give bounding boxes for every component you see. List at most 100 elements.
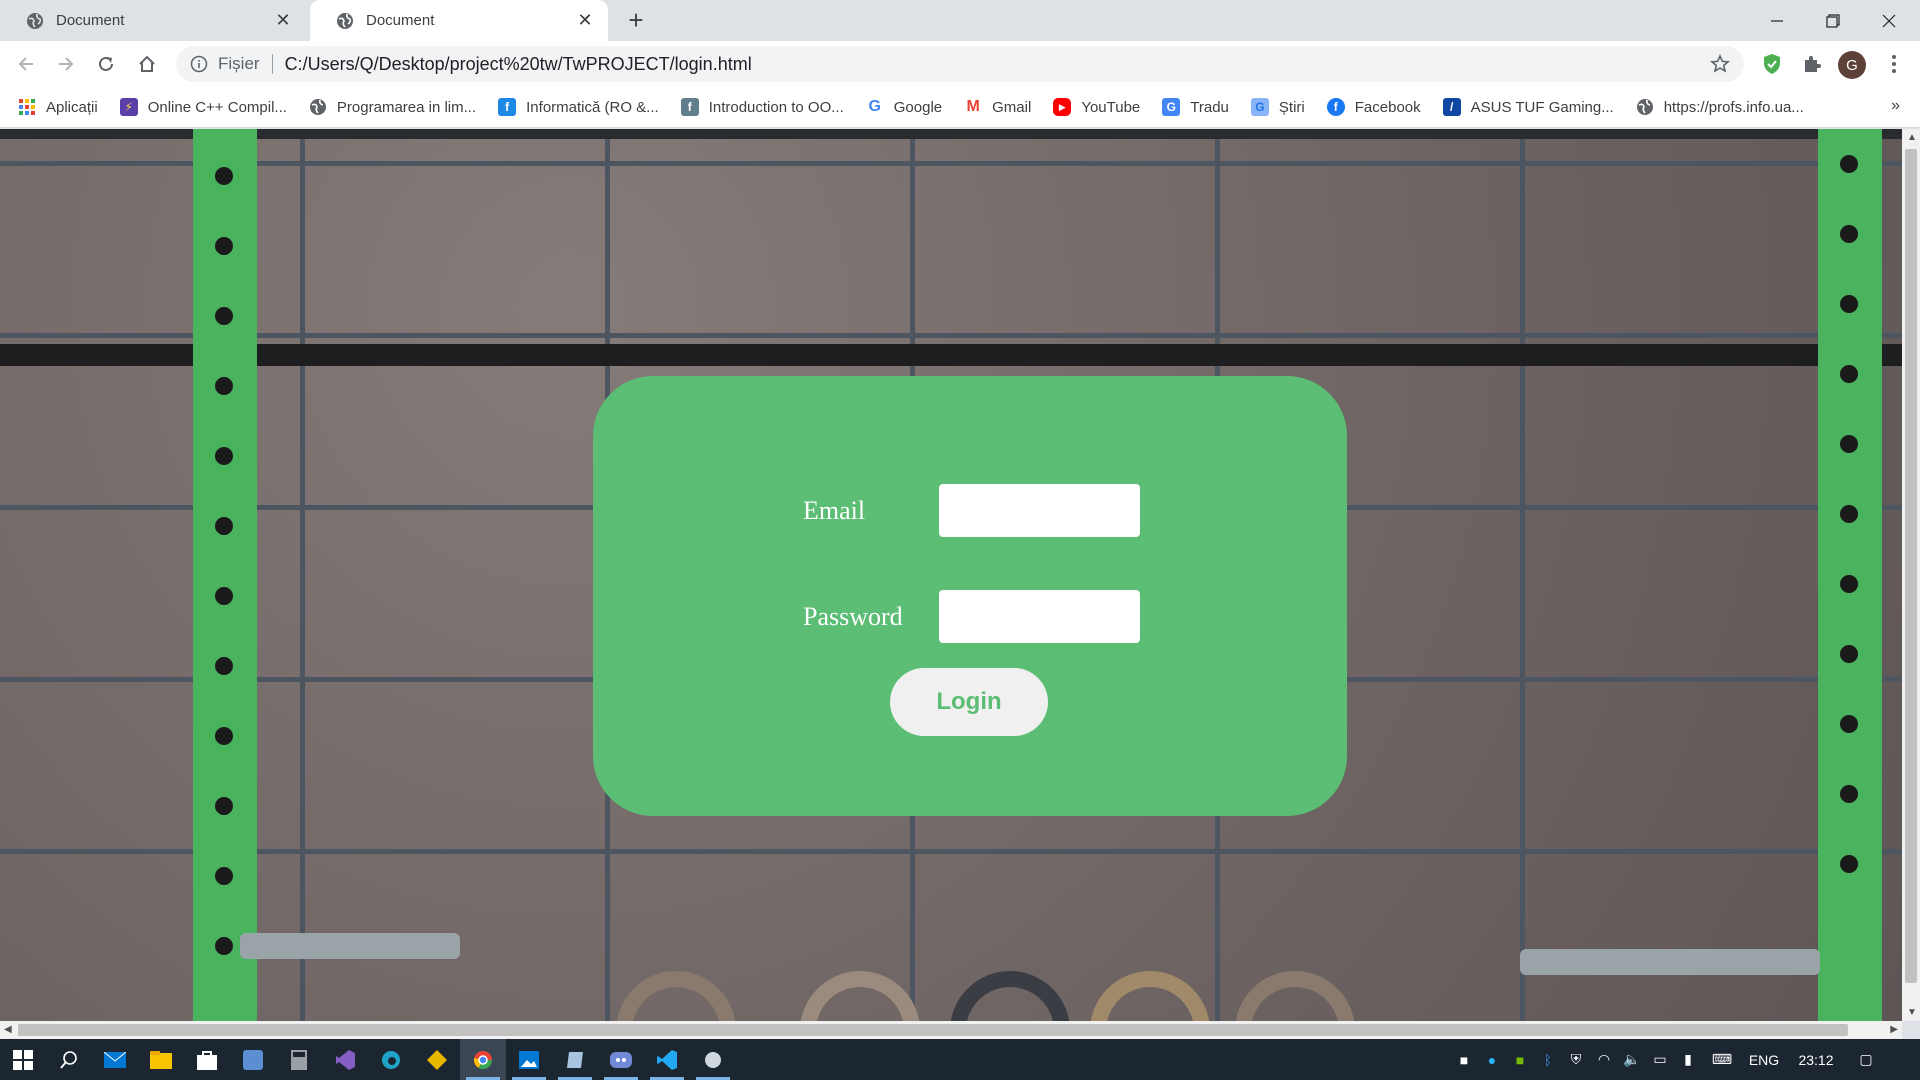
taskbar-edge[interactable] — [368, 1039, 414, 1080]
password-label: Password — [803, 601, 903, 631]
email-label: Email — [803, 495, 866, 525]
bookmark-introduction-oo[interactable]: f Introduction to OO... — [680, 98, 844, 116]
forward-button[interactable] — [50, 48, 82, 80]
extension-shield-button[interactable] — [1756, 48, 1788, 80]
mail-icon — [104, 1051, 126, 1068]
vertical-scrollbar[interactable]: ▲ ▼ — [1902, 129, 1920, 1021]
bookmark-profs-info[interactable]: https://profs.info.ua... — [1636, 98, 1804, 116]
home-icon — [139, 55, 155, 72]
news-icon: G — [1250, 98, 1269, 116]
close-window-button[interactable] — [1862, 0, 1916, 41]
password-row: Password — [803, 590, 1140, 643]
bookmark-label: ASUS TUF Gaming... — [1470, 98, 1614, 116]
discord-tray-icon[interactable]: ■ — [1450, 1052, 1478, 1068]
taskbar-chrome[interactable] — [460, 1039, 506, 1080]
browser-tab-1[interactable]: Document ✕ — [0, 0, 306, 41]
url-text[interactable]: C:/Users/Q/Desktop/project%20tw/TwPROJEC… — [285, 54, 752, 75]
tab-title: Document — [366, 12, 435, 29]
taskbar-mail[interactable] — [92, 1039, 138, 1080]
email-input[interactable] — [939, 484, 1140, 537]
bookmark-label: Google — [893, 98, 943, 116]
reload-button[interactable] — [90, 48, 122, 80]
bookmark-asus-tuf[interactable]: / ASUS TUF Gaming... — [1442, 98, 1614, 116]
asus-icon: / — [1442, 98, 1461, 116]
bookmarks-overflow-button[interactable]: » — [1891, 97, 1900, 115]
site-info-button[interactable]: Fișier — [190, 54, 260, 74]
green-rack-post-right — [1818, 129, 1882, 1021]
tab-close-icon[interactable]: ✕ — [576, 10, 594, 30]
bookmark-informatica[interactable]: f Informatică (RO &... — [498, 98, 659, 116]
password-input[interactable] — [939, 590, 1140, 643]
bookmark-facebook[interactable]: f Facebook — [1326, 98, 1421, 116]
search-button[interactable] — [46, 1039, 92, 1080]
bookmark-label: Introduction to OO... — [708, 98, 844, 116]
back-button[interactable] — [10, 48, 42, 80]
taskbar-store[interactable] — [184, 1039, 230, 1080]
shield-icon — [1764, 54, 1780, 74]
taskbar-visual-studio[interactable] — [322, 1039, 368, 1080]
taskbar-calculator[interactable] — [276, 1039, 322, 1080]
horizontal-scrollbar[interactable]: ◀ ▶ — [0, 1021, 1902, 1039]
youtube-icon: ▶ — [1053, 98, 1072, 116]
close-icon — [1882, 14, 1896, 27]
visual-studio-icon — [336, 1049, 355, 1070]
bolt-icon: ⚡ — [119, 98, 138, 116]
nvidia-tray-icon[interactable]: ■ — [1506, 1052, 1534, 1068]
battery-icon[interactable]: ▭ — [1646, 1051, 1674, 1068]
taskbar-photos[interactable] — [506, 1039, 552, 1080]
bookmark-label: Știri — [1278, 98, 1305, 116]
login-button[interactable]: Login — [890, 668, 1048, 736]
taskbar-file-explorer[interactable] — [138, 1039, 184, 1080]
microphone-icon[interactable]: ▮ — [1674, 1051, 1702, 1068]
profile-avatar[interactable]: G — [1838, 51, 1866, 79]
taskbar-app-generic[interactable] — [690, 1039, 736, 1080]
bookmark-star-icon[interactable] — [1710, 54, 1730, 74]
language-indicator[interactable]: ENG — [1742, 1052, 1786, 1068]
taskbar-app-diamond[interactable] — [414, 1039, 460, 1080]
scroll-left-arrow-icon[interactable]: ◀ — [4, 1024, 12, 1035]
taskbar-notes[interactable] — [552, 1039, 598, 1080]
bookmark-stiri[interactable]: G Știri — [1250, 98, 1305, 116]
start-button[interactable] — [0, 1039, 46, 1080]
page-viewport: Email Password Login — [0, 129, 1902, 1021]
bookmark-google[interactable]: G Google — [866, 98, 943, 116]
restore-icon — [1826, 13, 1840, 28]
wifi-icon[interactable]: ◠ — [1590, 1051, 1618, 1068]
bookmark-programarea[interactable]: Programarea in lim... — [309, 98, 476, 116]
home-button[interactable] — [131, 48, 163, 80]
address-bar[interactable]: Fișier C:/Users/Q/Desktop/project%20tw/T… — [176, 46, 1744, 82]
bookmark-gmail[interactable]: M Gmail — [964, 98, 1031, 116]
bookmark-apps[interactable]: Aplicații — [18, 98, 98, 116]
notification-center-icon[interactable]: ▢ — [1846, 1051, 1886, 1068]
keyboard-icon[interactable]: ⌨ — [1702, 1051, 1742, 1068]
horizontal-scroll-thumb[interactable] — [18, 1024, 1848, 1036]
horizontal-rail — [0, 344, 1902, 366]
extensions-button[interactable] — [1796, 48, 1828, 80]
scroll-down-arrow-icon[interactable]: ▼ — [1907, 1007, 1917, 1018]
scroll-right-arrow-icon[interactable]: ▶ — [1890, 1024, 1898, 1035]
taskbar-vscode[interactable] — [644, 1039, 690, 1080]
store-icon — [197, 1050, 217, 1070]
bookmark-online-cpp[interactable]: ⚡ Online C++ Compil... — [119, 98, 287, 116]
browser-toolbar: Fișier C:/Users/Q/Desktop/project%20tw/T… — [0, 41, 1920, 87]
clock[interactable]: 23:12 — [1786, 1052, 1846, 1068]
folder-icon — [150, 1050, 172, 1069]
bluetooth-icon[interactable]: ᛒ — [1534, 1052, 1562, 1068]
tab-close-icon[interactable]: ✕ — [274, 10, 292, 30]
shield-tray-icon[interactable]: ⛨ — [1562, 1051, 1590, 1068]
globe-icon — [337, 12, 353, 29]
restore-button[interactable] — [1806, 0, 1860, 41]
browser-tab-2[interactable]: Document ✕ — [310, 0, 608, 41]
new-tab-button[interactable]: + — [622, 5, 650, 35]
bookmark-tradu[interactable]: G Tradu — [1162, 98, 1229, 116]
bookmark-youtube[interactable]: ▶ YouTube — [1053, 98, 1140, 116]
app-tray-icon[interactable]: ● — [1478, 1052, 1506, 1068]
calculator-icon — [291, 1049, 307, 1070]
taskbar-app[interactable] — [230, 1039, 276, 1080]
scroll-up-arrow-icon[interactable]: ▲ — [1907, 132, 1917, 143]
browser-menu-button[interactable] — [1878, 48, 1910, 80]
volume-icon[interactable]: 🔈 — [1618, 1051, 1646, 1068]
vertical-scroll-thumb[interactable] — [1905, 149, 1917, 983]
taskbar-discord[interactable] — [598, 1039, 644, 1080]
minimize-button[interactable] — [1750, 0, 1804, 41]
